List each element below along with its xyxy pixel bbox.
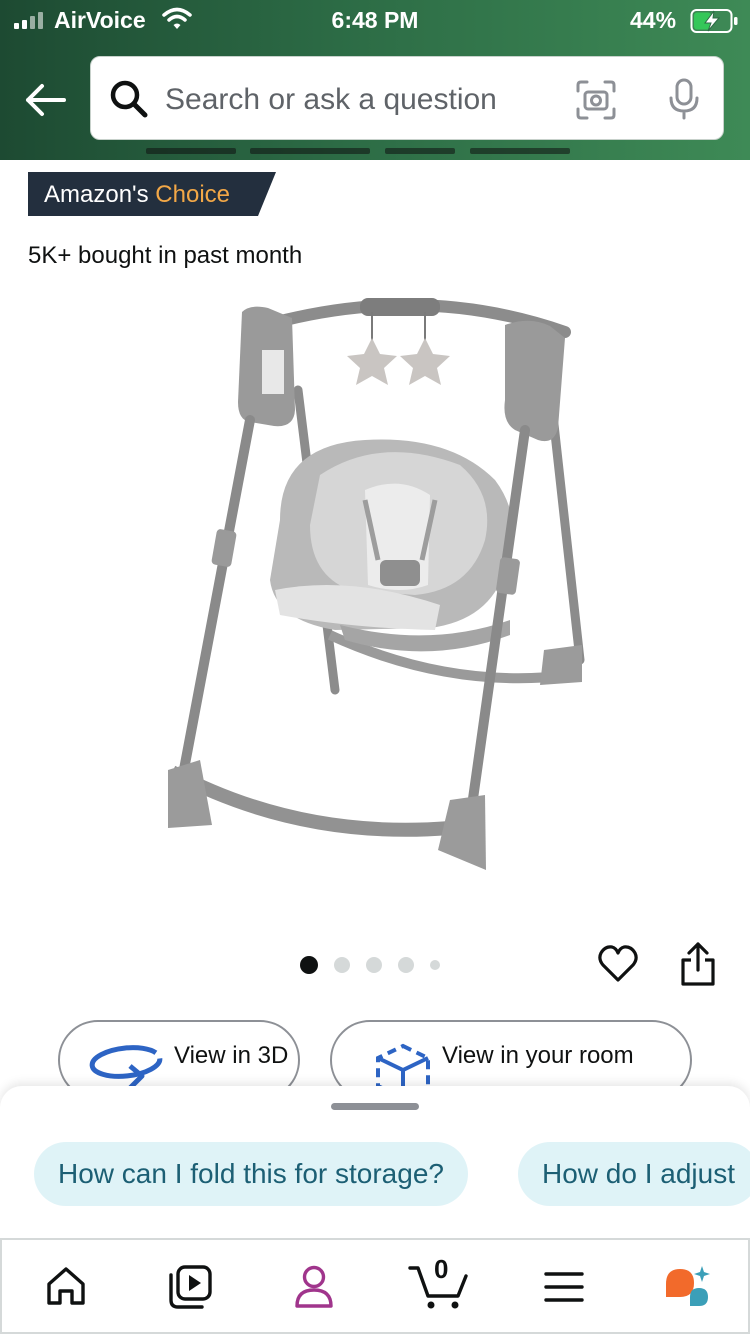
rufus-icon[interactable] xyxy=(662,1264,712,1312)
suggestion-chip[interactable]: How do I adjust xyxy=(518,1142,750,1206)
share-icon[interactable] xyxy=(678,940,718,988)
search-bar[interactable]: Search or ask a question xyxy=(90,56,724,140)
camera-lens-icon[interactable] xyxy=(575,79,617,121)
cart-count: 0 xyxy=(434,1254,449,1284)
scrolled-title-fragment xyxy=(110,148,590,162)
status-bar: AirVoice 6:48 PM 44% xyxy=(0,0,750,42)
rufus-suggestion-sheet: How can I fold this for storage? How do … xyxy=(0,1086,750,1246)
search-icon xyxy=(110,80,148,118)
back-arrow-icon[interactable] xyxy=(22,80,68,120)
microphone-icon[interactable] xyxy=(667,77,701,121)
amazons-choice-badge: Amazon's Choice xyxy=(28,172,276,216)
battery-charging-icon xyxy=(690,9,738,33)
cart-button[interactable]: 0 xyxy=(408,1254,472,1312)
view-in-room-label: View in your room xyxy=(442,1042,634,1069)
suggestion-chip[interactable]: How can I fold this for storage? xyxy=(34,1142,468,1206)
bought-count: 5K+ bought in past month xyxy=(28,242,303,269)
bottom-nav-bar: 0 xyxy=(0,1238,750,1334)
menu-icon[interactable] xyxy=(544,1270,584,1304)
carousel-dot[interactable] xyxy=(398,957,414,973)
image-carousel-dots[interactable] xyxy=(300,956,440,974)
app-header: AirVoice 6:48 PM 44% Search or ask a que… xyxy=(0,0,750,160)
view-in-3d-label: View in 3D xyxy=(174,1042,289,1069)
rotate-3d-icon xyxy=(89,1045,163,1090)
battery-percent: 44% xyxy=(630,7,677,33)
search-input[interactable]: Search or ask a question xyxy=(165,83,497,117)
badge-highlight: Choice xyxy=(155,181,231,208)
carousel-dot[interactable] xyxy=(366,957,382,973)
carousel-dot[interactable] xyxy=(430,960,440,970)
badge-prefix: Amazon's xyxy=(44,181,149,208)
home-icon[interactable] xyxy=(44,1264,88,1308)
carousel-dot[interactable] xyxy=(334,957,350,973)
account-icon[interactable] xyxy=(292,1264,336,1310)
product-image[interactable] xyxy=(150,290,600,890)
carousel-dot-active[interactable] xyxy=(300,956,318,974)
sheet-grabber[interactable] xyxy=(331,1103,419,1110)
video-icon[interactable] xyxy=(166,1264,214,1310)
wishlist-heart-icon[interactable] xyxy=(596,942,640,986)
